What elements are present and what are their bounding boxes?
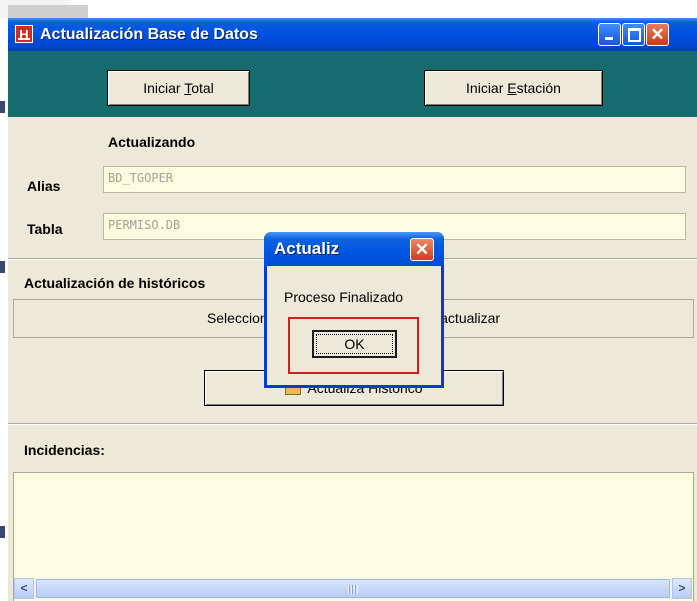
chevron-right-icon: > — [678, 581, 686, 595]
message-dialog: Actualiz ✕ Proceso Finalizado OK — [264, 232, 444, 388]
ok-label: OK — [316, 334, 393, 354]
grip-icon — [348, 585, 358, 594]
actualizando-heading: Actualizando — [108, 134, 196, 150]
window-titlebar[interactable]: H Actualización Base de Datos ✕ — [8, 18, 697, 51]
iniciar-estacion-mnemonic: E — [507, 80, 517, 96]
iniciar-estacion-label: Iniciar — [466, 80, 508, 96]
iniciar-total-button[interactable]: Iniciar Total — [107, 70, 250, 106]
iniciar-estacion-button[interactable]: Iniciar Estación — [424, 70, 603, 106]
close-button[interactable]: ✕ — [646, 23, 669, 46]
window-title: Actualización Base de Datos — [40, 26, 258, 43]
highlight-frame: OK — [288, 317, 419, 374]
scroll-left-button[interactable]: < — [14, 578, 34, 599]
historicos-heading: Actualización de históricos — [24, 275, 206, 291]
dialog-title: Actualiz — [274, 239, 340, 258]
iniciar-estacion-label-rest: stación — [516, 80, 561, 96]
scroll-right-button[interactable]: > — [672, 578, 692, 599]
background-mark — [0, 101, 5, 113]
close-icon: ✕ — [650, 25, 665, 44]
chevron-left-icon: < — [20, 581, 28, 595]
scrollbar-thumb[interactable] — [36, 579, 670, 598]
background-mark — [0, 526, 5, 538]
iniciar-total-label: Iniciar — [143, 80, 185, 96]
maximize-button[interactable] — [622, 23, 645, 46]
ok-button[interactable]: OK — [312, 330, 397, 358]
background-mark — [0, 261, 5, 273]
iniciar-total-label-rest: otal — [191, 80, 214, 96]
minimize-button[interactable] — [598, 23, 621, 46]
app-icon: H — [15, 25, 33, 43]
section-divider — [8, 423, 697, 425]
alias-field[interactable]: BD_TGOPER — [103, 166, 686, 193]
dialog-body: Proceso Finalizado OK — [267, 266, 441, 385]
alias-label: Alias — [27, 178, 61, 194]
dialog-message: Proceso Finalizado — [284, 289, 404, 305]
dialog-titlebar[interactable]: Actualiz ✕ — [264, 232, 444, 266]
tabla-label: Tabla — [27, 221, 63, 237]
incidencias-heading: Incidencias: — [24, 442, 105, 458]
dialog-close-button[interactable]: ✕ — [410, 238, 434, 261]
action-toolbar: Iniciar Total Iniciar Estación — [8, 51, 697, 117]
background-window-edge — [8, 5, 88, 18]
close-icon: ✕ — [414, 240, 430, 259]
horizontal-scrollbar[interactable]: < > — [14, 578, 692, 599]
